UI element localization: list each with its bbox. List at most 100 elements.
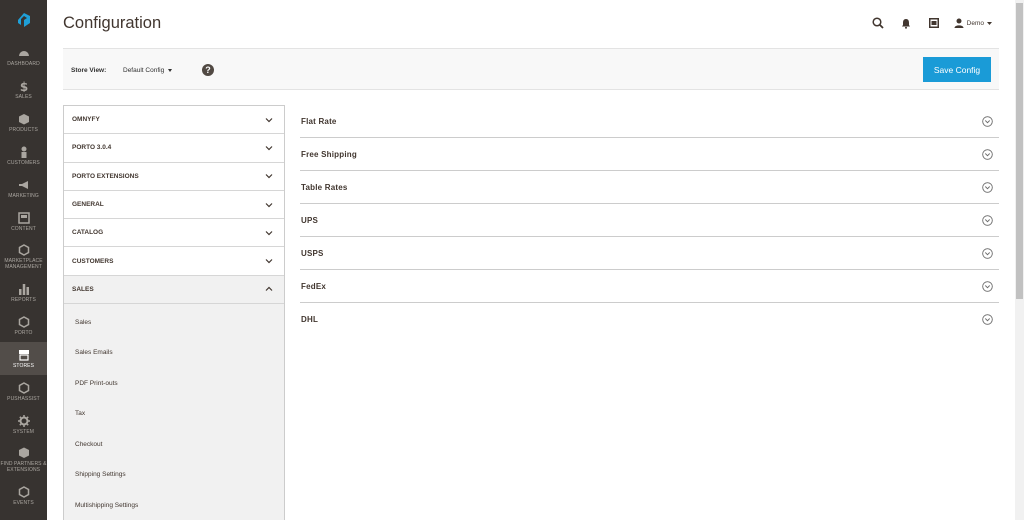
store-icon	[18, 349, 29, 361]
caret-down-icon	[168, 69, 173, 72]
nav-item-reports[interactable]: REPORTS	[0, 276, 47, 309]
bell-icon	[901, 18, 910, 29]
hexagon-icon	[18, 244, 29, 256]
nav-item-label: PORTO	[14, 329, 33, 336]
nav-item-label: FIND PARTNERS & EXTENSIONS	[0, 461, 47, 473]
subitem-checkout[interactable]: Checkout	[64, 429, 284, 460]
svg-text:$: $	[19, 80, 27, 92]
search-icon	[872, 17, 884, 29]
nav-item-label: CUSTOMERS	[7, 159, 40, 166]
nav-item-dashboard[interactable]: DASHBOARD	[0, 40, 47, 73]
nav-item-label: CONTENT	[11, 225, 36, 232]
config-tabs: OMNYFY PORTO 3.0.4 PORTO EXTENSIONS GENE…	[63, 105, 285, 520]
caret-down-icon	[987, 21, 992, 25]
nav-item-label: REPORTS	[11, 296, 36, 303]
tab-label: PORTO EXTENSIONS	[72, 172, 139, 180]
section-fedex[interactable]: FedEx	[300, 270, 999, 303]
hexagon-icon	[18, 485, 29, 498]
chevron-down-icon	[265, 202, 273, 207]
chevron-down-icon	[265, 230, 273, 236]
scrollbar-thumb[interactable]	[1016, 3, 1023, 299]
gear-icon	[17, 414, 30, 427]
expand-circle-icon	[982, 280, 993, 292]
subitem-shipping-settings[interactable]: Shipping Settings	[64, 460, 284, 491]
tab-label: CUSTOMERS	[72, 257, 114, 265]
admin-sidebar: DASHBOARD $ SALES PRODUCTS CUSTOMERS MAR…	[0, 0, 47, 520]
nav-item-marketing[interactable]: MARKETING	[0, 172, 47, 205]
nav-item-pushassist[interactable]: PUSHASSIST	[0, 375, 47, 408]
megaphone-icon	[18, 180, 28, 189]
subitem-sales-emails[interactable]: Sales Emails	[64, 338, 284, 369]
nav-item-label: DASHBOARD	[7, 60, 40, 67]
section-title: Flat Rate	[301, 116, 337, 126]
system-messages-button[interactable]	[920, 13, 948, 33]
calendar-icon	[928, 18, 939, 28]
section-table-rates[interactable]: Table Rates	[300, 171, 999, 204]
tab-label: SALES	[72, 285, 94, 293]
store-view-switcher[interactable]: Default Config	[123, 67, 173, 74]
nav-item-label: EVENTS	[13, 499, 34, 506]
search-button[interactable]	[864, 13, 892, 33]
chevron-down-icon	[265, 174, 273, 179]
notifications-button[interactable]	[892, 13, 920, 33]
nav-item-label: MARKETPLACE MANAGEMENT	[4, 258, 43, 270]
section-usps[interactable]: USPS	[300, 237, 999, 270]
nav-item-label: SYSTEM	[12, 428, 35, 435]
section-title: FedEx	[301, 281, 327, 291]
store-view-value: Default Config	[123, 67, 165, 74]
tab-omnyfy[interactable]: OMNYFY	[64, 106, 284, 135]
tab-customers[interactable]: CUSTOMERS	[64, 247, 284, 276]
subitem-tax[interactable]: Tax	[64, 399, 284, 430]
nav-item-customers[interactable]: CUSTOMERS	[0, 139, 47, 172]
help-icon[interactable]: ?	[202, 64, 214, 76]
page-scrollbar[interactable]	[1015, 0, 1024, 520]
nav-item-events[interactable]: EVENTS	[0, 479, 47, 512]
tab-porto[interactable]: PORTO 3.0.4	[64, 134, 284, 163]
cube-icon	[18, 113, 29, 124]
expand-circle-icon	[982, 314, 993, 325]
header-actions: Demo	[864, 13, 992, 33]
chevron-down-icon	[265, 117, 273, 122]
nav-item-label: PUSHASSIST	[7, 395, 40, 402]
nav-item-sales[interactable]: $ SALES	[0, 73, 47, 106]
logo[interactable]	[0, 0, 47, 40]
chevron-up-icon	[265, 287, 273, 292]
nav-item-porto[interactable]: PORTO	[0, 309, 47, 342]
expand-circle-icon	[982, 181, 993, 193]
subitem-sales[interactable]: Sales	[64, 307, 284, 338]
cubes-icon	[18, 447, 29, 458]
nav-item-content[interactable]: CONTENT	[0, 205, 47, 238]
user-account-menu[interactable]: Demo	[954, 18, 992, 28]
tab-sales[interactable]: SALES	[64, 275, 284, 305]
content-icon	[17, 211, 30, 224]
section-title: UPS	[301, 215, 319, 225]
section-flat-rate[interactable]: Flat Rate	[300, 105, 999, 138]
section-free-shipping[interactable]: Free Shipping	[300, 138, 999, 171]
tab-general[interactable]: GENERAL	[64, 190, 284, 220]
expand-circle-icon	[982, 214, 993, 226]
section-title: Free Shipping	[301, 149, 357, 159]
chevron-down-icon	[265, 259, 273, 264]
magento-logo-icon	[17, 13, 30, 27]
nav-item-products[interactable]: PRODUCTS	[0, 106, 47, 139]
tab-label: GENERAL	[72, 201, 104, 209]
nav-item-marketplace-management[interactable]: MARKETPLACE MANAGEMENT	[0, 238, 47, 276]
subitem-multishipping-settings[interactable]: Multishipping Settings	[64, 490, 284, 520]
dollar-icon: $	[19, 80, 27, 92]
nav-item-label: PRODUCTS	[9, 126, 38, 133]
section-title: DHL	[301, 315, 319, 324]
section-title: USPS	[301, 248, 324, 258]
nav-item-find-partners[interactable]: FIND PARTNERS & EXTENSIONS	[0, 441, 47, 479]
dashboard-icon	[18, 50, 29, 56]
person-icon	[21, 146, 26, 158]
subitem-pdf-print-outs[interactable]: PDF Print-outs	[64, 368, 284, 399]
nav-item-system[interactable]: SYSTEM	[0, 408, 47, 441]
save-config-button[interactable]: Save Config	[923, 57, 991, 82]
section-ups[interactable]: UPS	[300, 204, 999, 237]
tab-porto-extensions[interactable]: PORTO EXTENSIONS	[64, 162, 284, 191]
tab-catalog[interactable]: CATALOG	[64, 219, 284, 248]
nav-item-stores[interactable]: STORES	[0, 342, 47, 375]
section-dhl[interactable]: DHL	[300, 303, 999, 336]
user-icon	[954, 18, 964, 28]
tab-label: CATALOG	[72, 229, 104, 237]
